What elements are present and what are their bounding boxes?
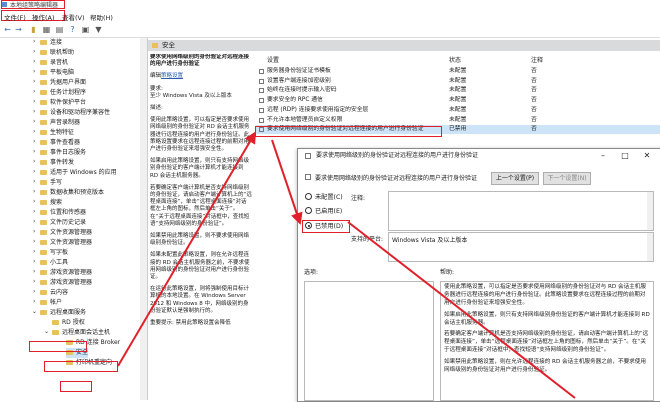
arrow-to-policy xyxy=(117,131,257,367)
arrow-to-radio xyxy=(271,139,303,225)
arrow-to-help xyxy=(347,221,576,399)
annotation-arrows xyxy=(117,131,576,399)
